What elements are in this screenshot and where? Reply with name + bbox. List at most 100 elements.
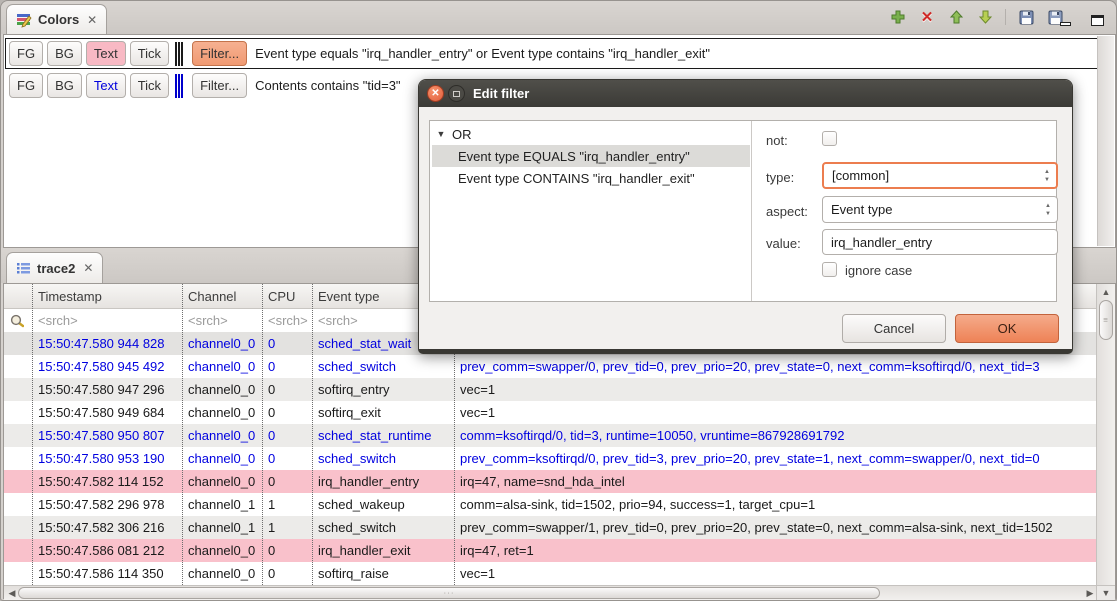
bg-color-button[interactable]: BG (47, 73, 82, 98)
row-icon-cell (4, 539, 32, 562)
table-row[interactable]: 15:50:47.586 114 350channel0_00softirq_r… (4, 562, 1097, 585)
window-close-icon[interactable]: ✕ (427, 85, 444, 102)
application-window: Colors ✕ ✕ (0, 0, 1117, 601)
not-checkbox[interactable] (822, 131, 837, 146)
search-field-timestamp[interactable]: <srch> (32, 309, 182, 332)
tick-swatch-icon (175, 74, 186, 98)
tab-trace2[interactable]: trace2 ✕ (6, 252, 103, 283)
cell-cpu: 0 (262, 378, 312, 401)
edit-filter-dialog: ✕ Edit filter ▼ OR Event type EQUALS "ir… (418, 79, 1073, 354)
cell-cpu: 1 (262, 516, 312, 539)
text-sample-button[interactable]: Text (86, 41, 126, 66)
close-icon[interactable]: ✕ (87, 13, 97, 27)
filter-editor-panel: ▼ OR Event type EQUALS "irq_handler_entr… (429, 120, 1057, 302)
cell-event-type: softirq_exit (312, 401, 454, 424)
row-icon-cell (4, 332, 32, 355)
cell-channel: channel0_0 (182, 447, 262, 470)
cell-event-type: softirq_entry (312, 378, 454, 401)
header-timestamp[interactable]: Timestamp (32, 284, 182, 308)
vertical-scrollbar[interactable]: ▲ ≡ (1096, 284, 1115, 585)
add-color-button[interactable] (889, 8, 907, 26)
cell-channel: channel0_0 (182, 539, 262, 562)
cell-timestamp: 15:50:47.586 081 212 (32, 539, 182, 562)
colors-scrollbar[interactable] (1097, 36, 1114, 246)
cell-event-type: softirq_raise (312, 562, 454, 585)
table-row[interactable]: 15:50:47.582 296 978channel0_11sched_wak… (4, 493, 1097, 516)
header-cpu[interactable]: CPU (262, 284, 312, 308)
bg-color-button[interactable]: BG (47, 41, 82, 66)
cell-channel: channel0_0 (182, 355, 262, 378)
tree-node-condition[interactable]: Event type EQUALS "irq_handler_entry" (432, 145, 750, 167)
cell-contents: irq=47, name=snd_hda_intel (454, 470, 1097, 493)
row-icon-cell (4, 401, 32, 424)
close-icon[interactable]: ✕ (83, 261, 93, 275)
tree-expander-icon[interactable]: ▼ (430, 129, 452, 139)
tree-node-or[interactable]: ▼ OR (430, 123, 751, 145)
scroll-down-icon[interactable]: ▼ (1096, 585, 1115, 600)
filter-description: Event type equals "irq_handler_entry" or… (255, 46, 710, 61)
text-sample-button[interactable]: Text (86, 73, 126, 98)
value-input[interactable]: irq_handler_entry (822, 229, 1058, 255)
value-label: value: (766, 236, 801, 251)
cell-cpu: 1 (262, 493, 312, 516)
filter-button[interactable]: Filter... (192, 73, 247, 98)
table-row[interactable]: 15:50:47.580 945 492channel0_00sched_swi… (4, 355, 1097, 378)
header-icon-column[interactable] (4, 284, 32, 308)
events-table-body: 15:50:47.580 944 828channel0_00sched_sta… (4, 332, 1097, 585)
cell-timestamp: 15:50:47.580 949 684 (32, 401, 182, 424)
cell-contents: comm=alsa-sink, tid=1502, prio=94, succe… (454, 493, 1097, 516)
tab-colors[interactable]: Colors ✕ (6, 4, 107, 34)
color-setting-row[interactable]: FG BG Text Tick Filter... Event type equ… (5, 38, 1102, 69)
horizontal-scrollbar-thumb[interactable]: ··· (18, 587, 880, 599)
table-row[interactable]: 15:50:47.582 114 152channel0_00irq_handl… (4, 470, 1097, 493)
ignore-case-checkbox[interactable] (822, 262, 837, 277)
scroll-up-icon[interactable]: ▲ (1098, 284, 1114, 299)
tree-node-condition[interactable]: Event type CONTAINS "irq_handler_exit" (432, 167, 750, 189)
delete-color-button[interactable]: ✕ (918, 8, 936, 26)
table-row[interactable]: 15:50:47.580 947 296channel0_00softirq_e… (4, 378, 1097, 401)
move-up-button[interactable] (947, 8, 965, 26)
window-maximize-icon[interactable] (448, 85, 465, 102)
ignore-case-label: ignore case (845, 263, 912, 278)
table-row[interactable]: 15:50:47.580 949 684channel0_00softirq_e… (4, 401, 1097, 424)
cell-channel: channel0_0 (182, 401, 262, 424)
cell-cpu: 0 (262, 539, 312, 562)
cell-timestamp: 15:50:47.586 114 350 (32, 562, 182, 585)
cell-event-type: sched_switch (312, 516, 454, 539)
search-field-channel[interactable]: <srch> (182, 309, 262, 332)
tick-color-button[interactable]: Tick (130, 41, 169, 66)
row-icon-cell (4, 447, 32, 470)
colors-view-icon (16, 12, 32, 28)
filter-node-form: not: type: [common] ▲▼ aspect: Event typ… (753, 121, 1056, 301)
colors-view-tabbar: Colors ✕ ✕ (1, 1, 1116, 34)
fg-color-button[interactable]: FG (9, 41, 43, 66)
header-channel[interactable]: Channel (182, 284, 262, 308)
cell-contents: prev_comm=ksoftirqd/0, prev_tid=3, prev_… (454, 447, 1097, 470)
cell-event-type: sched_stat_runtime (312, 424, 454, 447)
aspect-select[interactable]: Event type ▲▼ (822, 196, 1058, 223)
table-row[interactable]: 15:50:47.586 081 212channel0_00irq_handl… (4, 539, 1097, 562)
vertical-scrollbar-thumb[interactable]: ≡ (1099, 300, 1113, 340)
minimize-view-icon[interactable] (1056, 11, 1074, 29)
table-row[interactable]: 15:50:47.582 306 216channel0_11sched_swi… (4, 516, 1097, 539)
horizontal-scrollbar[interactable]: ◀ ··· ▶ (4, 585, 1098, 600)
search-field-cpu[interactable]: <srch> (262, 309, 312, 332)
view-window-buttons (1056, 11, 1106, 29)
cell-contents: comm=ksoftirqd/0, tid=3, runtime=10050, … (454, 424, 1097, 447)
tick-color-button[interactable]: Tick (130, 73, 169, 98)
table-row[interactable]: 15:50:47.580 950 807channel0_00sched_sta… (4, 424, 1097, 447)
dialog-titlebar[interactable]: ✕ Edit filter (419, 80, 1072, 107)
fg-color-button[interactable]: FG (9, 73, 43, 98)
maximize-view-icon[interactable] (1088, 11, 1106, 29)
row-icon-cell (4, 516, 32, 539)
move-down-button[interactable] (976, 8, 994, 26)
cancel-button[interactable]: Cancel (842, 314, 946, 343)
cell-event-type: sched_switch (312, 355, 454, 378)
export-colors-button[interactable] (1017, 8, 1035, 26)
tick-swatch-icon (175, 42, 186, 66)
cell-timestamp: 15:50:47.582 114 152 (32, 470, 182, 493)
ok-button[interactable]: OK (955, 314, 1059, 343)
type-select[interactable]: [common] ▲▼ (822, 162, 1058, 189)
filter-button[interactable]: Filter... (192, 41, 247, 66)
table-row[interactable]: 15:50:47.580 953 190channel0_00sched_swi… (4, 447, 1097, 470)
